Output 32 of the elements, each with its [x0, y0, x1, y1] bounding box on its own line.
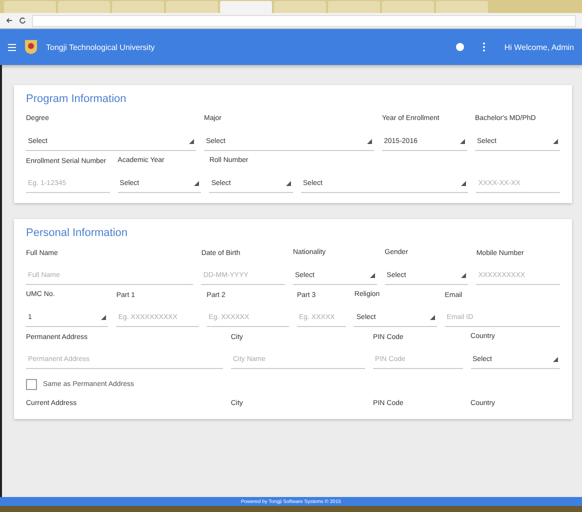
browser-tab[interactable]: [166, 1, 218, 13]
dropdown-caret-icon: [553, 138, 558, 144]
user-greeting[interactable]: Hi Welcome, Admin: [504, 42, 574, 52]
dropdown-caret-icon: [460, 138, 465, 144]
shield-logo-icon: [24, 39, 38, 55]
browser-tab[interactable]: [220, 1, 272, 13]
reload-icon[interactable]: [19, 17, 26, 24]
dropdown-caret-icon: [461, 272, 466, 278]
browser-tab[interactable]: [58, 1, 110, 13]
dropdown-caret-icon: [430, 314, 435, 320]
dropdown-caret-icon: [194, 180, 200, 186]
address-bar[interactable]: [32, 14, 576, 26]
browser-tab[interactable]: [112, 1, 164, 13]
menu-icon[interactable]: [8, 44, 16, 50]
circle-icon[interactable]: [456, 43, 464, 51]
dropdown-caret-icon: [286, 180, 292, 186]
dropdown-caret-icon: [367, 138, 372, 144]
browser-tab[interactable]: [436, 1, 488, 13]
browser-tab[interactable]: [328, 1, 380, 13]
dropdown-caret-icon: [552, 356, 558, 362]
section-title: Program Information: [26, 93, 128, 105]
browser-tab[interactable]: [274, 1, 326, 13]
browser-tab[interactable]: [382, 1, 434, 13]
back-arrow-icon[interactable]: [6, 17, 13, 24]
more-menu-icon[interactable]: [482, 42, 486, 52]
app-title: Tongji Technological University: [46, 42, 156, 52]
dropdown-caret-icon: [189, 138, 194, 144]
checkbox[interactable]: [26, 379, 37, 390]
section-title: Personal Information: [26, 227, 128, 239]
dropdown-caret-icon: [370, 272, 375, 278]
dropdown-caret-icon: [101, 314, 106, 320]
dropdown-caret-icon: [461, 180, 466, 186]
